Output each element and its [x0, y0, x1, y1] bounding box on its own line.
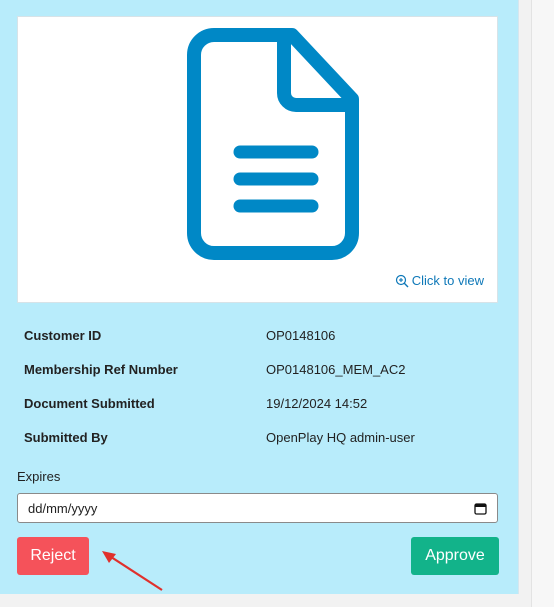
detail-label: Customer ID — [24, 327, 102, 343]
expires-label: Expires — [17, 469, 61, 484]
expires-date-input[interactable]: dd/mm/yyyy — [17, 493, 498, 523]
document-details: Customer ID OP0148106 Membership Ref Num… — [24, 318, 494, 454]
detail-row-customer-id: Customer ID OP0148106 — [24, 318, 494, 352]
detail-label: Submitted By — [24, 429, 108, 445]
detail-label: Membership Ref Number — [24, 361, 178, 377]
reject-button[interactable]: Reject — [17, 537, 89, 575]
document-icon — [187, 28, 359, 260]
approve-button[interactable]: Approve — [411, 537, 499, 575]
zoom-in-icon — [395, 274, 409, 287]
right-scroll-area — [531, 0, 554, 607]
detail-row-document-submitted: Document Submitted 19/12/2024 14:52 — [24, 386, 494, 420]
detail-value: OpenPlay HQ admin-user — [266, 429, 415, 445]
date-placeholder: dd/mm/yyyy — [28, 500, 98, 516]
detail-row-submitted-by: Submitted By OpenPlay HQ admin-user — [24, 420, 494, 454]
detail-value: OP0148106_MEM_AC2 — [266, 361, 406, 377]
detail-value: 19/12/2024 14:52 — [266, 395, 368, 411]
click-to-view-link[interactable]: Click to view — [395, 273, 484, 288]
document-review-panel: Click to view Customer ID OP0148106 Memb… — [0, 0, 519, 594]
detail-value: OP0148106 — [266, 327, 336, 343]
detail-row-membership-ref: Membership Ref Number OP0148106_MEM_AC2 — [24, 352, 494, 386]
detail-label: Document Submitted — [24, 395, 155, 411]
click-to-view-label[interactable]: Click to view — [412, 273, 484, 288]
calendar-icon[interactable] — [474, 502, 487, 515]
document-preview[interactable]: Click to view — [17, 16, 498, 303]
annotation-arrow-icon — [102, 551, 163, 591]
